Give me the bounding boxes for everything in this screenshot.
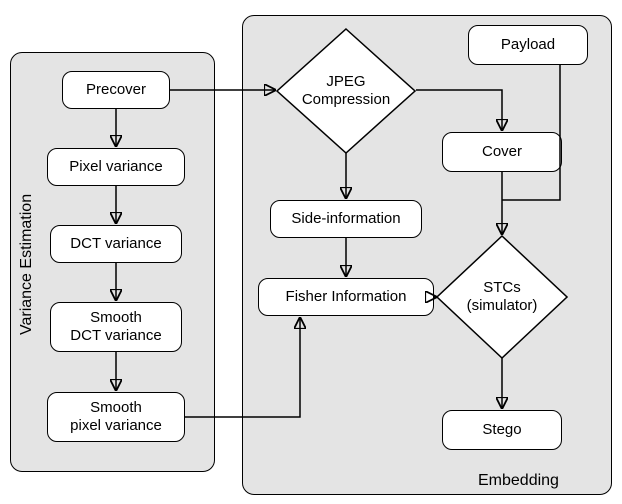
stego-text: Stego [482,421,521,439]
side-information-text: Side-information [291,210,400,228]
payload-node: Payload [468,25,588,65]
stcs-node: STCs (simulator) [436,235,568,359]
stego-node: Stego [442,410,562,450]
smooth-dct-variance-node: Smooth DCT variance [50,302,182,352]
variance-estimation-label: Variance Estimation [18,194,36,335]
pixel-variance-node: Pixel variance [47,148,185,186]
pixel-variance-text: Pixel variance [69,158,162,176]
dct-variance-node: DCT variance [50,225,182,263]
cover-text: Cover [482,143,522,161]
fisher-information-text: Fisher Information [286,288,407,306]
fisher-information-node: Fisher Information [258,278,434,316]
payload-text: Payload [501,36,555,54]
dct-variance-text: DCT variance [70,235,161,253]
smooth-dct-variance-text: Smooth DCT variance [70,309,161,345]
jpeg-compression-text: JPEG Compression [302,73,390,109]
smooth-pixel-variance-node: Smooth pixel variance [47,392,185,442]
jpeg-compression-node: JPEG Compression [276,28,416,154]
side-information-node: Side-information [270,200,422,238]
stcs-text: STCs (simulator) [467,279,538,315]
smooth-pixel-variance-text: Smooth pixel variance [70,399,162,435]
cover-node: Cover [442,132,562,172]
precover-node: Precover [62,71,170,109]
embedding-label: Embedding [478,472,559,490]
precover-text: Precover [86,81,146,99]
diagram-canvas: Embedding Variance Estimation Precover P… [0,0,622,504]
